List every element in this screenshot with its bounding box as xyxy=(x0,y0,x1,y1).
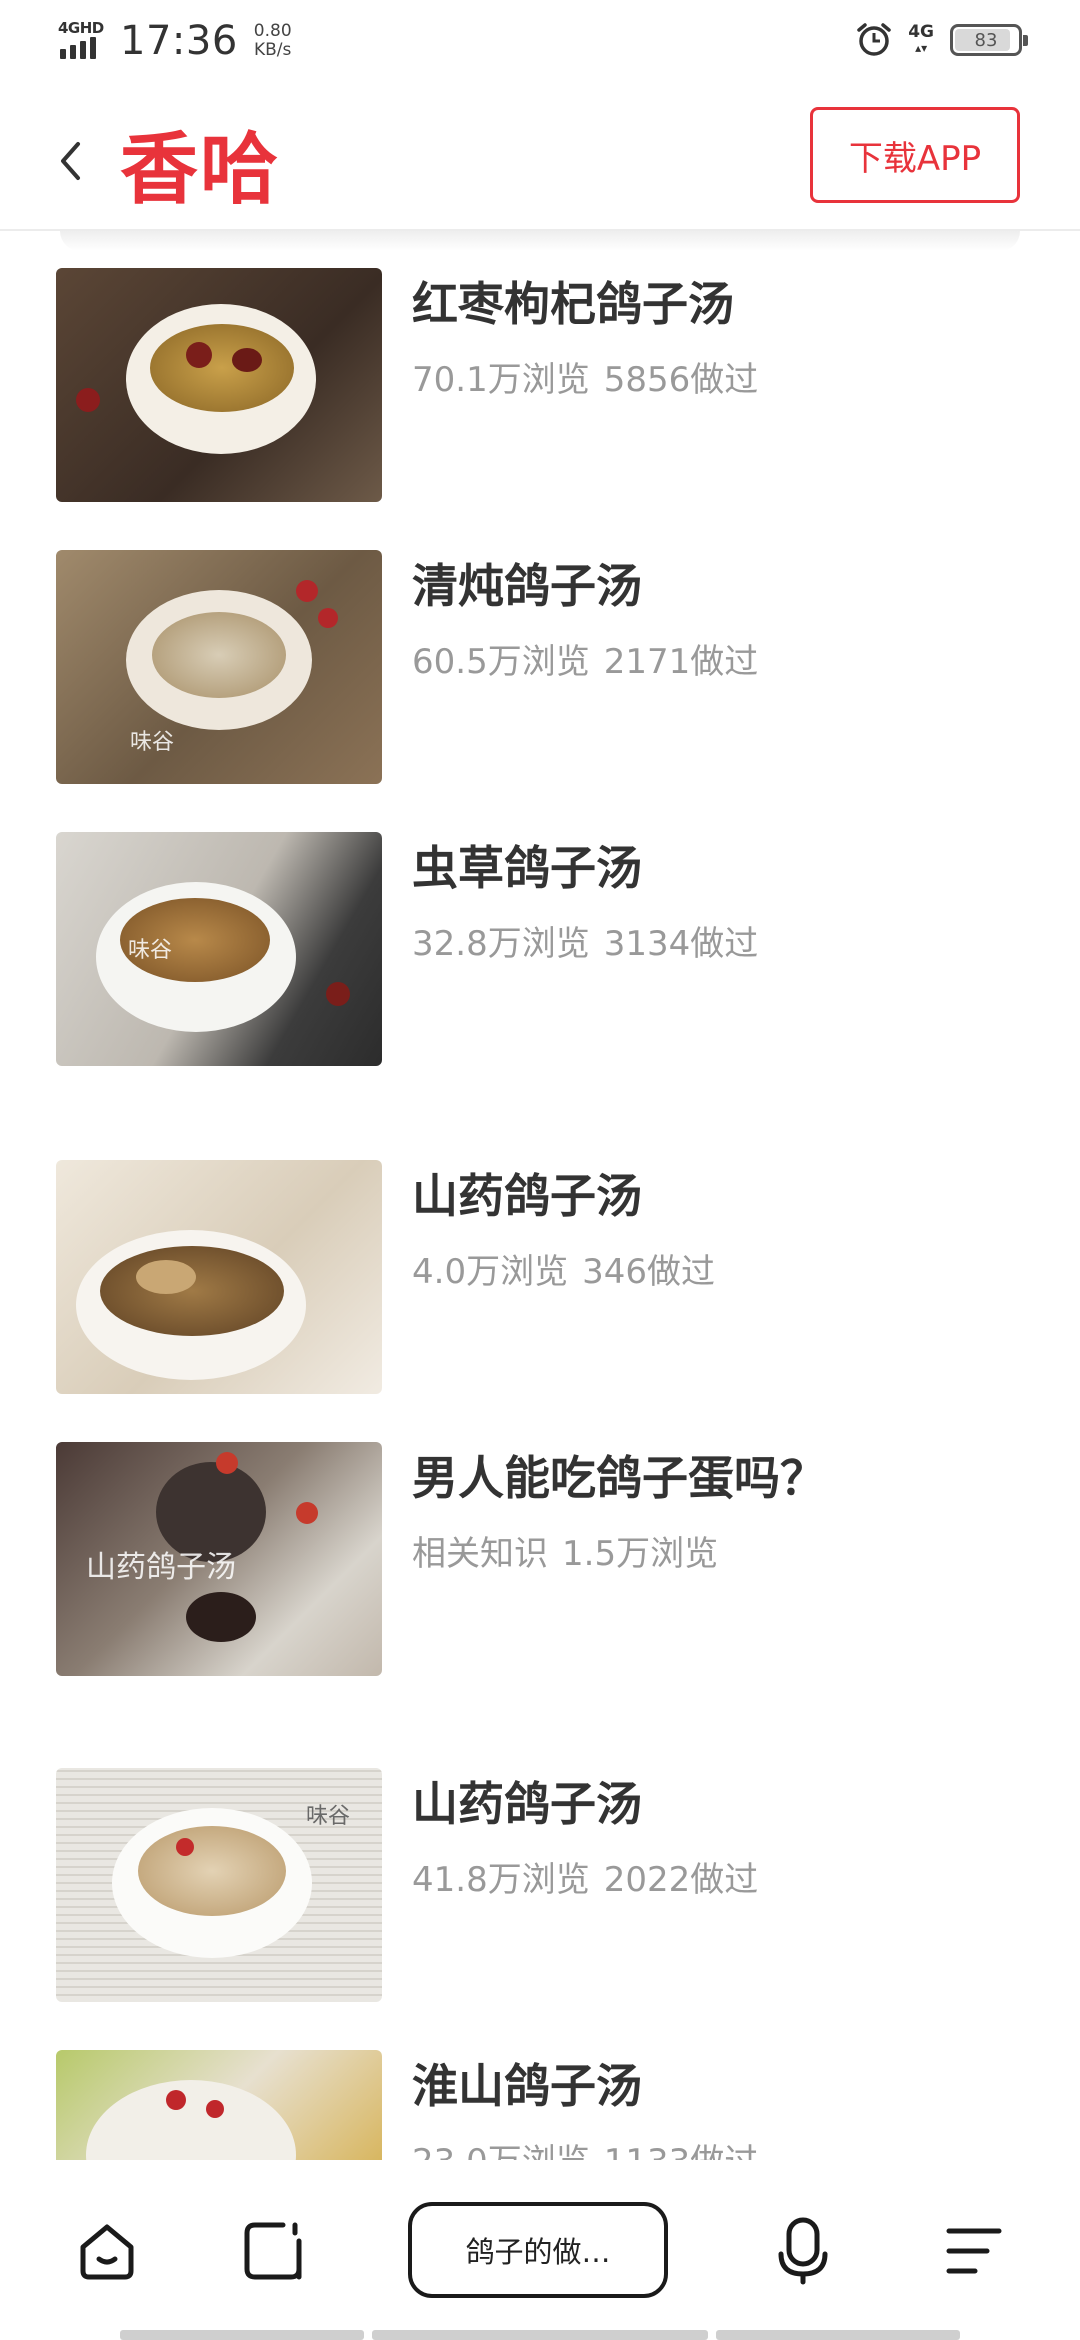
menu-button[interactable] xyxy=(928,2206,1018,2296)
made-count: 2171做过 xyxy=(603,642,759,682)
made-count: 5856做过 xyxy=(603,360,759,400)
alarm-icon xyxy=(857,23,891,56)
list-item[interactable]: 味谷 清炖鸽子汤 60.5万浏览 2171做过 xyxy=(56,550,1016,784)
recipe-thumbnail[interactable]: 味谷 xyxy=(56,550,382,784)
clock: 17:36 xyxy=(120,18,238,64)
gesture-bar-left xyxy=(120,2330,364,2340)
view-count: 32.8万浏览 xyxy=(412,924,590,964)
network-type: 4GHD xyxy=(58,19,104,37)
recipe-meta: 70.1万浏览 5856做过 xyxy=(412,352,758,401)
microphone-icon xyxy=(778,2217,828,2285)
gesture-bar-right xyxy=(716,2330,960,2340)
signal-icon: 4GHD xyxy=(58,19,106,63)
view-count: 1.5万浏览 xyxy=(562,1534,719,1574)
recipe-thumbnail[interactable] xyxy=(56,1160,382,1394)
voice-search-button[interactable] xyxy=(758,2206,848,2296)
view-count: 41.8万浏览 xyxy=(412,1860,590,1900)
view-count: 4.0万浏览 xyxy=(412,1252,569,1292)
tabs-button[interactable] xyxy=(228,2206,318,2296)
recipe-title[interactable]: 红枣枸杞鸽子汤 xyxy=(412,268,734,334)
recipe-title[interactable]: 淮山鸽子汤 xyxy=(412,2050,642,2116)
recipe-title[interactable]: 山药鸽子汤 xyxy=(412,1768,642,1834)
back-chevron-icon xyxy=(61,142,80,180)
made-count: 1133做过 xyxy=(604,2142,759,2160)
recipe-list[interactable]: 红枣枸杞鸽子汤 70.1万浏览 5856做过 味谷 清炖鸽子汤 60.5万浏览 21… xyxy=(0,236,1080,2160)
download-app-button[interactable]: 下载APP xyxy=(810,107,1020,203)
recipe-meta: 60.5万浏览 2171做过 xyxy=(412,634,758,683)
speed-unit: KB/s xyxy=(254,40,292,60)
recipe-thumbnail[interactable]: 味谷 xyxy=(56,1768,382,2002)
back-button[interactable] xyxy=(50,125,90,197)
menu-icon xyxy=(946,2228,1002,2274)
list-item[interactable]: 山药鸽子汤 男人能吃鸽子蛋吗？ 相关知识 1.5万浏览 xyxy=(56,1442,1016,1676)
made-count: 3134做过 xyxy=(603,924,759,964)
network-speed: 0.80 KB/s xyxy=(254,22,292,60)
recipe-title[interactable]: 清炖鸽子汤 xyxy=(412,550,642,616)
list-item[interactable]: 淮山鸽子汤 23.0万浏览 1133做过 xyxy=(56,2050,1016,2160)
recipe-meta: 32.8万浏览 3134做过 xyxy=(412,916,758,965)
view-count: 23.0万浏览 xyxy=(412,2142,590,2160)
recipe-meta: 相关知识 1.5万浏览 xyxy=(412,1526,718,1575)
recipe-meta: 4.0万浏览 346做过 xyxy=(412,1244,715,1293)
address-search-bar[interactable]: 鸽子的做… xyxy=(408,2202,668,2298)
made-count: 346做过 xyxy=(582,1252,715,1292)
bottom-bar: 鸽子的做… xyxy=(0,2160,1080,2340)
recipe-thumbnail[interactable]: 山药鸽子汤 xyxy=(56,1442,382,1676)
view-count: 70.1万浏览 xyxy=(412,360,590,400)
gesture-bar-center xyxy=(372,2330,708,2340)
mobile-data-label: 4G xyxy=(908,22,934,42)
battery-icon: 83 xyxy=(950,24,1028,56)
battery-level: 83 xyxy=(974,29,998,51)
list-item[interactable]: 味谷 虫草鸽子汤 32.8万浏览 3134做过 xyxy=(56,832,1016,1066)
status-right: 4G ▴▾ 83 xyxy=(856,22,1028,58)
recipe-title[interactable]: 男人能吃鸽子蛋吗？ xyxy=(412,1442,826,1508)
header: 香哈 下载APP xyxy=(0,85,1080,231)
list-item[interactable]: 山药鸽子汤 4.0万浏览 346做过 xyxy=(56,1160,1016,1394)
recipe-title[interactable]: 虫草鸽子汤 xyxy=(412,832,642,898)
thumbnail-watermark: 味谷 xyxy=(306,1804,351,1829)
knowledge-tag: 相关知识 xyxy=(412,1534,548,1574)
mobile-data-indicator: 4G ▴▾ xyxy=(908,22,934,56)
recipe-meta: 23.0万浏览 1133做过 xyxy=(412,2134,758,2160)
list-item[interactable]: 味谷 山药鸽子汤 41.8万浏览 2022做过 xyxy=(56,1768,1016,2002)
tabs-icon xyxy=(244,2222,302,2280)
recipe-thumbnail[interactable] xyxy=(56,2050,382,2160)
thumbnail-watermark: 山药鸽子汤 xyxy=(86,1550,236,1585)
recipe-thumbnail[interactable] xyxy=(56,268,382,502)
home-icon xyxy=(80,2224,134,2280)
list-item[interactable]: 红枣枸杞鸽子汤 70.1万浏览 5856做过 xyxy=(56,268,1016,502)
recipe-meta: 41.8万浏览 2022做过 xyxy=(412,1852,758,1901)
recipe-title[interactable]: 山药鸽子汤 xyxy=(412,1160,642,1226)
recipe-thumbnail[interactable]: 味谷 xyxy=(56,832,382,1066)
home-button[interactable] xyxy=(62,2206,152,2296)
thumbnail-watermark: 味谷 xyxy=(128,938,173,963)
speed-value: 0.80 xyxy=(253,21,292,41)
made-count: 2022做过 xyxy=(603,1860,759,1900)
thumbnail-watermark: 味谷 xyxy=(130,730,175,755)
status-left: 4GHD 17:36 0.80 KB/s xyxy=(58,18,292,64)
app-logo[interactable]: 香哈 xyxy=(120,107,280,219)
view-count: 60.5万浏览 xyxy=(412,642,590,682)
status-bar: 4GHD 17:36 0.80 KB/s 4G ▴▾ 83 xyxy=(0,0,1080,85)
